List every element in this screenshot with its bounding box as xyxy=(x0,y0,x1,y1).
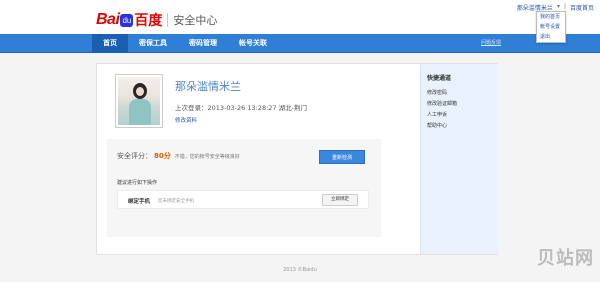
quick-links-sidebar: 快捷通道 修改密码 修改验证邮箱 人工申诉 帮助中心 xyxy=(420,64,498,254)
logo-du-text: 百度 xyxy=(134,12,163,28)
paw-icon: du xyxy=(120,13,134,27)
profile-section: 那朵滥情米兰 上次登录：2013-03-26 13:28:27 湖北-荆门 修改… xyxy=(111,74,411,132)
user-dropdown-menu: 我的首页 帐号设置 退出 xyxy=(536,11,566,43)
baidu-logo[interactable]: Bai du 百度 安全中心 xyxy=(96,10,217,30)
security-score-desc: 不错，您的帐号安全等级良好 xyxy=(174,154,240,160)
feedback-link[interactable]: 问题反馈 xyxy=(481,39,501,46)
main-nav: 首页 密保工具 密码管理 帐号关联 问题反馈 xyxy=(0,34,600,53)
sidebar-item-help[interactable]: 帮助中心 xyxy=(427,122,457,129)
avatar[interactable] xyxy=(115,74,163,128)
advice-heading: 建议进行如下操作 xyxy=(117,180,158,186)
watermark: 贝站网 xyxy=(537,248,594,269)
bind-phone-button[interactable]: 立即绑定 xyxy=(322,194,358,206)
main-card: 那朵滥情米兰 上次登录：2013-03-26 13:28:27 湖北-荆门 修改… xyxy=(105,66,423,254)
username: 那朵滥情米兰 xyxy=(175,80,241,93)
dropdown-item-home[interactable]: 我的首页 xyxy=(537,12,565,22)
baidu-home-link[interactable]: 百度首页 xyxy=(570,3,594,12)
header: Bai du 百度 安全中心 那朵滥情米兰 ▾ | 百度首页 我的首页 帐号设置… xyxy=(0,0,600,43)
recheck-button[interactable]: 重新检测 xyxy=(319,150,365,164)
tab-home[interactable]: 首页 xyxy=(92,34,128,53)
logo-divider xyxy=(167,13,169,27)
task-bind-phone: 绑定手机 您未绑定安全手机 立即绑定 xyxy=(117,190,369,209)
security-section: 安全评分： 80分 不错，您的帐号安全等级良好 重新检测 建议进行如下操作 绑定… xyxy=(107,139,381,237)
task-desc: 您未绑定安全手机 xyxy=(158,199,194,204)
security-score-label: 安全评分： xyxy=(117,152,152,160)
sidebar-title: 快捷通道 xyxy=(427,75,452,82)
dropdown-item-logout[interactable]: 退出 xyxy=(537,32,565,42)
nav-tabs: 首页 密保工具 密码管理 帐号关联 xyxy=(92,34,278,53)
sidebar-item-appeal[interactable]: 人工申诉 xyxy=(427,111,457,118)
security-score-value: 80分 xyxy=(154,152,171,160)
avatar-photo xyxy=(118,77,160,125)
task-title: 绑定手机 xyxy=(128,199,151,205)
dropdown-item-settings[interactable]: 帐号设置 xyxy=(537,22,565,32)
security-score-row: 安全评分： 80分 不错，您的帐号安全等级良好 xyxy=(117,151,240,161)
tab-account-linking[interactable]: 帐号关联 xyxy=(228,34,278,53)
site-title: 安全中心 xyxy=(173,14,218,27)
sidebar-item-change-email[interactable]: 修改验证邮箱 xyxy=(427,100,457,107)
tab-security-tools[interactable]: 密保工具 xyxy=(128,34,178,53)
edit-profile-link[interactable]: 修改资料 xyxy=(175,116,197,124)
tab-password-management[interactable]: 密码管理 xyxy=(178,34,228,53)
sidebar-links: 修改密码 修改验证邮箱 人工申诉 帮助中心 xyxy=(427,89,457,129)
avatar-face xyxy=(136,87,144,96)
footer: 2013 ©Baidu xyxy=(283,267,317,273)
last-login-info: 上次登录：2013-03-26 13:28:27 湖北-荆门 xyxy=(175,104,307,112)
logo-bai-text: Bai xyxy=(96,11,120,28)
page: Bai du 百度 安全中心 那朵滥情米兰 ▾ | 百度首页 我的首页 帐号设置… xyxy=(0,0,600,282)
sidebar-item-change-password[interactable]: 修改密码 xyxy=(427,89,457,96)
avatar-body xyxy=(129,99,151,125)
content-panel: 那朵滥情米兰 上次登录：2013-03-26 13:28:27 湖北-荆门 修改… xyxy=(96,63,498,255)
